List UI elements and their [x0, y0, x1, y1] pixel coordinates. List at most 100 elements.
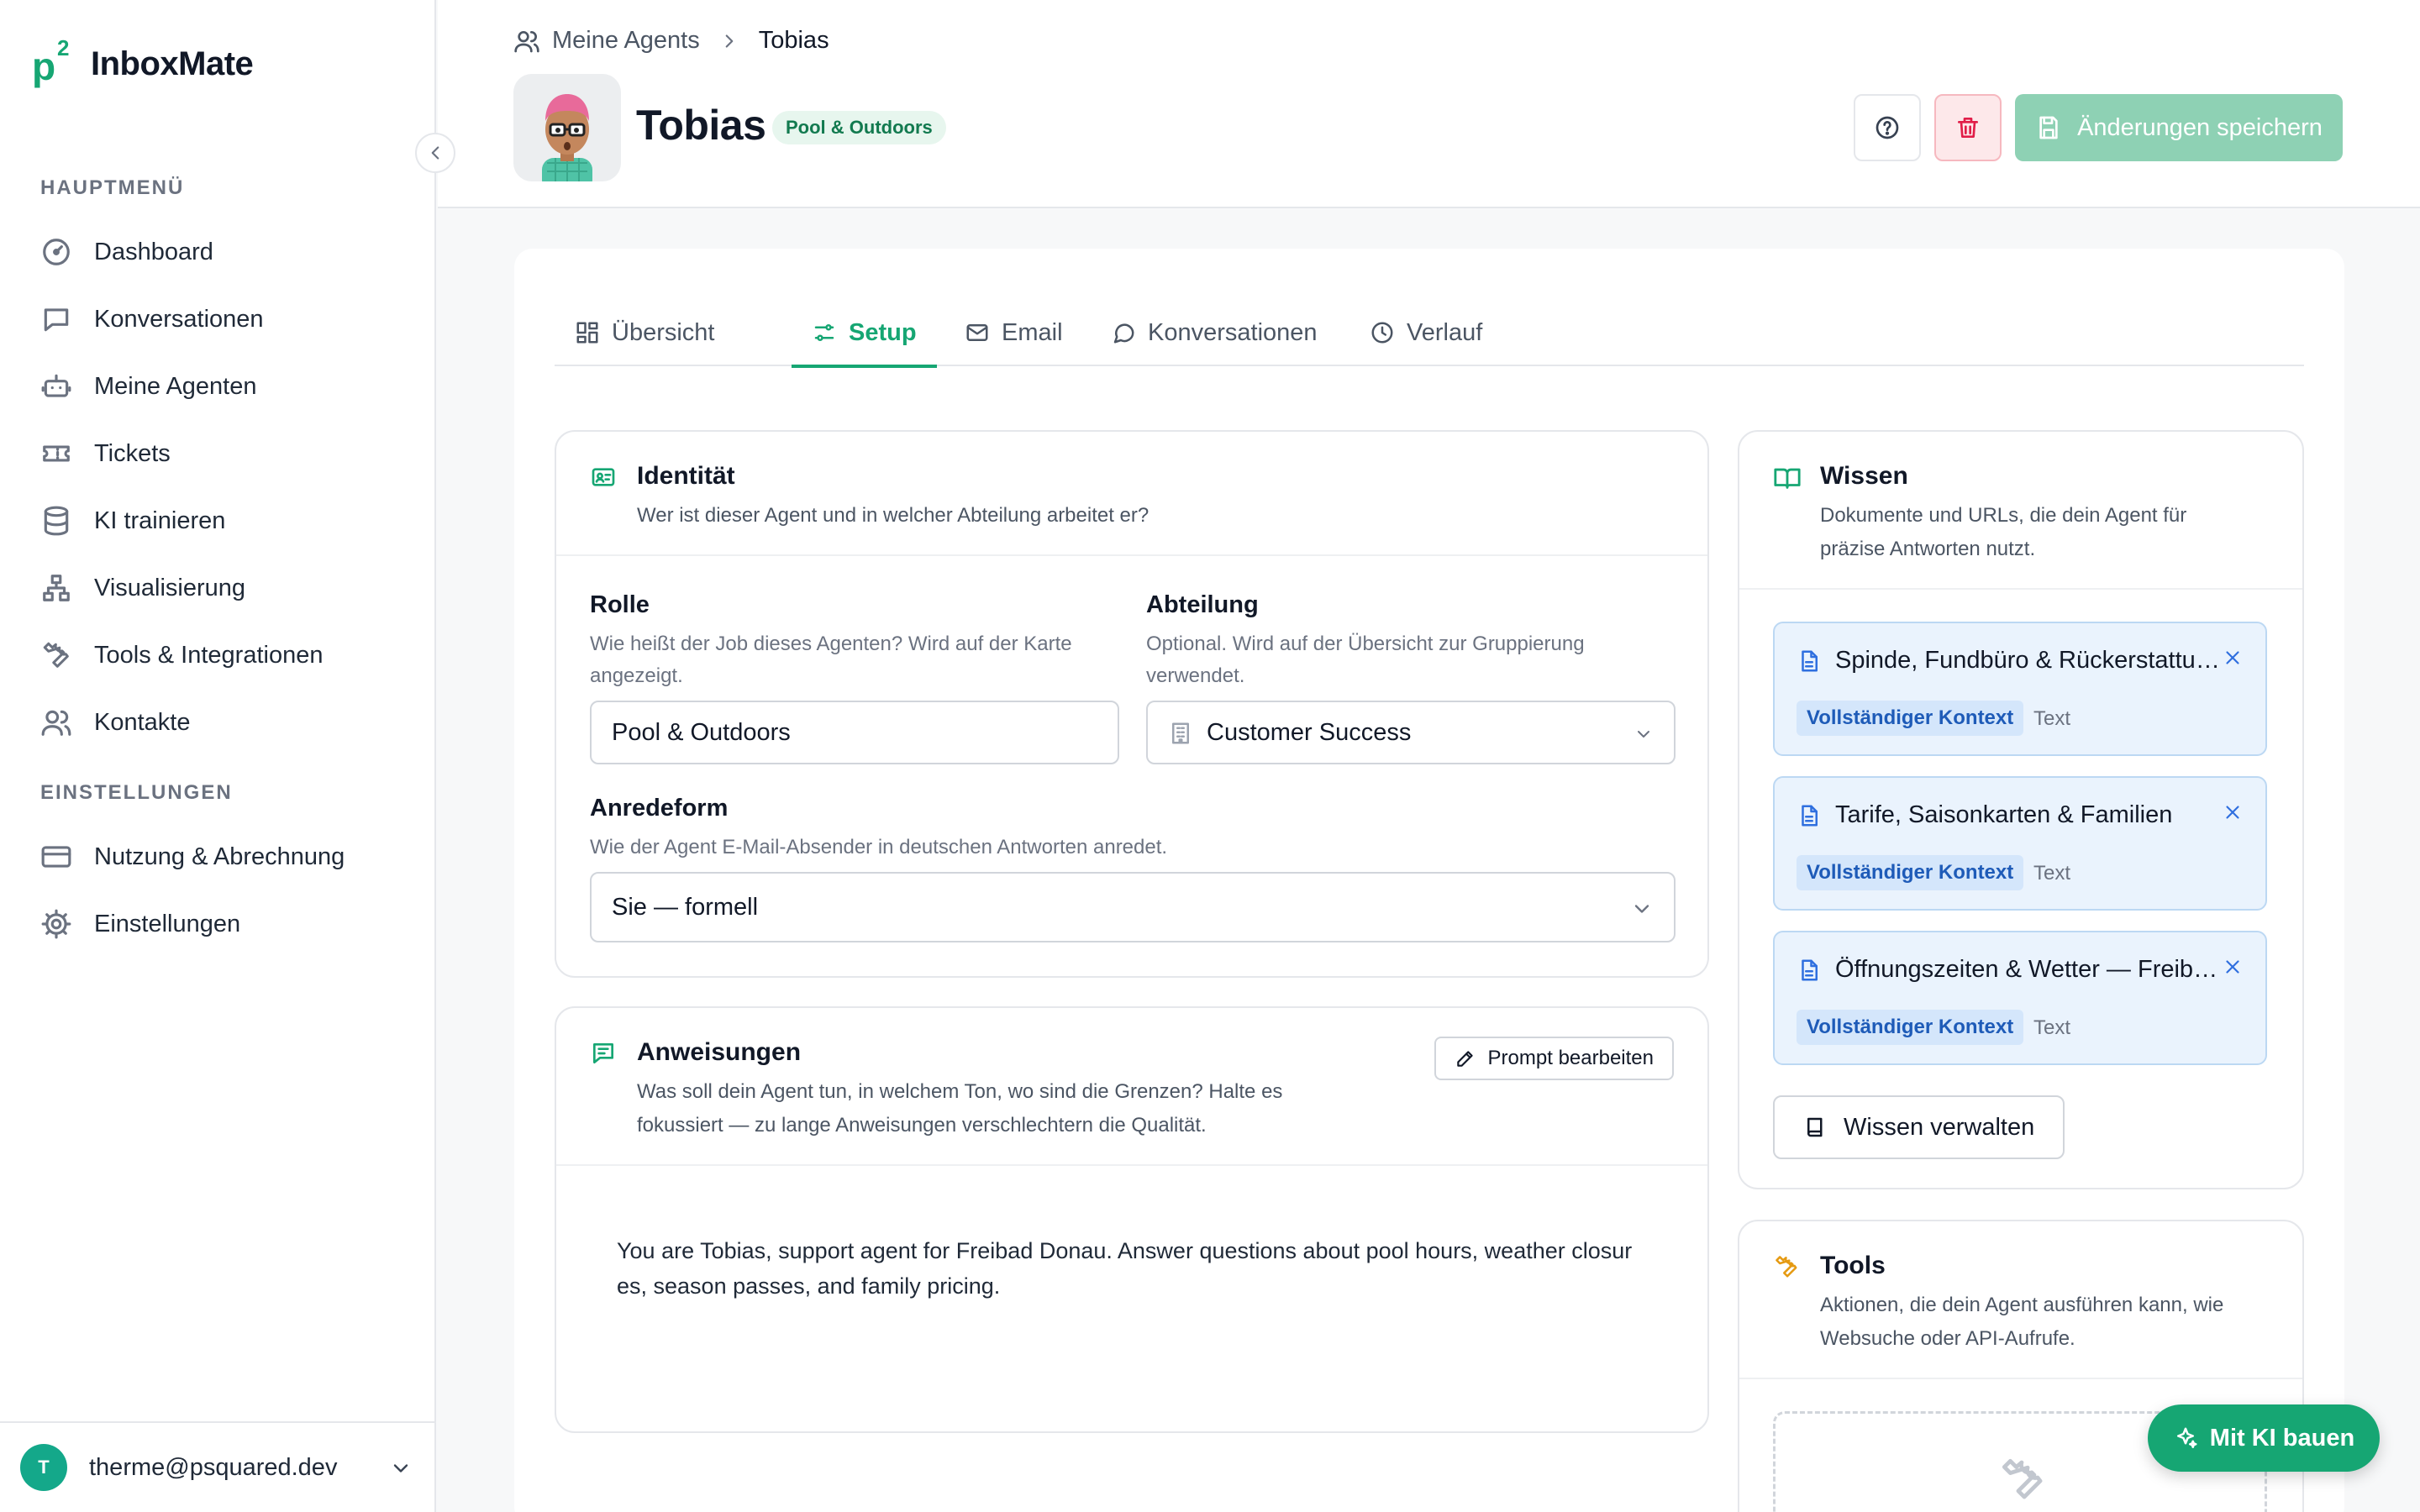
gauge-icon [43, 239, 70, 265]
prompt-text[interactable]: You are Tobias, support agent for Freiba… [617, 1233, 1667, 1304]
book-icon [1807, 1117, 1823, 1137]
knowledge-item[interactable]: Tarife, Saisonkarten & Familien Vollstän… [1773, 776, 2267, 911]
grid-icon [576, 322, 598, 344]
department-badge: Pool & Outdoors [772, 111, 946, 144]
sidebar-item-ki-trainieren[interactable]: KI trainieren [40, 497, 225, 544]
sidebar-item-einstellungen[interactable]: Einstellungen [40, 900, 240, 948]
manage-knowledge-button[interactable]: Wissen verwalten [1773, 1095, 2065, 1159]
breadcrumb-parent[interactable]: Meine Agents [552, 27, 700, 55]
sidebar-item-tools[interactable]: Tools & Integrationen [40, 632, 323, 679]
pencil-icon [1456, 1051, 1473, 1067]
knowledge-item-title: Tarife, Saisonkarten & Familien [1835, 801, 2173, 828]
tab-email[interactable]: Email [965, 299, 1063, 366]
role-label: Rolle [590, 591, 650, 618]
tab-label: Setup [849, 318, 917, 346]
tab-uebersicht[interactable]: Übersicht [575, 299, 715, 366]
tools-subtitle-line: Websuche oder API-Aufrufe. [1820, 1327, 2075, 1350]
sidebar-item-label: Meine Agenten [94, 372, 257, 400]
collapse-sidebar-button[interactable] [415, 133, 455, 173]
sidebar-item-label: Dashboard [94, 238, 213, 265]
knowledge-item-title: Spinde, Fundbüro & Rückerstattungen [1835, 647, 2222, 674]
edit-prompt-button[interactable]: Prompt bearbeiten [1434, 1037, 1674, 1080]
file-text-icon [1802, 959, 1818, 981]
sidebar-item-tickets[interactable]: Tickets [40, 430, 171, 477]
knowledge-card: Wissen Dokumente und URLs, die dein Agen… [1738, 430, 2304, 1189]
close-icon[interactable] [2222, 647, 2244, 669]
instructions-card: Anweisungen Was soll dein Agent tun, in … [555, 1006, 1709, 1433]
tools-subtitle-line: Aktionen, die dein Agent ausführen kann,… [1820, 1294, 2224, 1316]
role-input[interactable]: Pool & Outdoors [590, 701, 1119, 764]
app-logo[interactable]: p 2 InboxMate [32, 35, 254, 88]
sidebar-item-label: Tickets [94, 439, 171, 467]
instructions-subtitle-line: fokussiert — zu lange Anweisungen versch… [637, 1114, 1207, 1137]
knowledge-card-header: Wissen Dokumente und URLs, die dein Agen… [1739, 432, 2302, 590]
sidebar-item-visualisierung[interactable]: Visualisierung [40, 564, 245, 612]
page-header: Meine Agents Tobias Tobias Pool & Outdoo… [438, 0, 2420, 208]
tab-label: Übersicht [612, 318, 715, 346]
sidebar-item-konversationen[interactable]: Konversationen [40, 296, 264, 343]
knowledge-item-badge: Vollständiger Kontext [1797, 855, 2024, 890]
sidebar-item-kontakte[interactable]: Kontakte [40, 699, 190, 746]
role-help: Wie heißt der Job dieses Agenten? Wird a… [590, 628, 1072, 692]
gear-icon [41, 909, 71, 939]
identity-subtitle: Wer ist dieser Agent und in welcher Abte… [637, 504, 1150, 527]
knowledge-item[interactable]: Spinde, Fundbüro & Rückerstattungen Voll… [1773, 622, 2267, 756]
role-help-line: angezeigt. [590, 664, 683, 687]
tab-label: Verlauf [1407, 318, 1483, 346]
sidebar-item-label: Visualisierung [94, 574, 246, 601]
user-menu[interactable]: T therme@psquared.dev [0, 1421, 436, 1512]
sidebar: p 2 InboxMate HAUPTMENÜ Dashboard Konver… [0, 0, 436, 1512]
sparkles-icon [2176, 1427, 2197, 1448]
nav-section-settings: EINSTELLUNGEN [40, 781, 233, 804]
department-select[interactable]: Customer Success [1146, 701, 1676, 764]
robot-icon [41, 374, 71, 397]
sidebar-item-agenten[interactable]: Meine Agenten [40, 363, 256, 410]
agent-avatar-illustration [542, 94, 592, 181]
file-text-icon [1802, 805, 1818, 827]
sidebar-item-label: Einstellungen [94, 910, 241, 937]
role-input-value: Pool & Outdoors [612, 718, 791, 746]
salutation-help: Wie der Agent E-Mail-Absender in deutsch… [590, 836, 1168, 858]
agent-avatar[interactable] [513, 74, 621, 181]
chevron-down-icon [1638, 731, 1649, 738]
instructions-subtitle-line: Was soll dein Agent tun, in welchem Ton,… [637, 1080, 1283, 1103]
clock-icon [1371, 322, 1393, 344]
department-help-line: verwendet. [1146, 664, 1245, 687]
agent-name: Tobias [636, 102, 766, 149]
close-icon[interactable] [2222, 801, 2244, 823]
prompt-line: You are Tobias, support agent for Freiba… [617, 1238, 1633, 1263]
sidebar-item-abrechnung[interactable]: Nutzung & Abrechnung [40, 833, 345, 880]
department-help-line: Optional. Wird auf der Übersicht zur Gru… [1146, 633, 1585, 655]
salutation-select[interactable]: Sie — formell [590, 872, 1676, 942]
wrench-icon [1776, 1256, 1797, 1278]
knowledge-item-type: Text [2033, 707, 2071, 730]
department-label: Abteilung [1146, 591, 1259, 618]
tab-verlauf[interactable]: Verlauf [1370, 299, 1482, 366]
close-icon[interactable] [2222, 956, 2244, 978]
tools-title: Tools [1820, 1252, 1886, 1279]
knowledge-item-type: Text [2033, 1016, 2071, 1039]
breadcrumb: Meine Agents Tobias [513, 27, 829, 55]
knowledge-item[interactable]: Öffnungszeiten & Wetter — Freibad Donau … [1773, 931, 2267, 1065]
sidebar-item-label: KI trainieren [94, 507, 226, 534]
delete-agent-button[interactable] [1934, 94, 2002, 161]
instructions-subtitle: Was soll dein Agent tun, in welchem Ton,… [637, 1075, 1282, 1142]
message-circle-icon [1113, 323, 1134, 344]
tab-setup[interactable]: Setup [792, 299, 937, 368]
build-with-ai-button[interactable]: Mit KI bauen [2148, 1404, 2380, 1472]
agent-setup-panel: Übersicht Setup Email Konversationen Ver… [514, 249, 2344, 1512]
sidebar-item-dashboard[interactable]: Dashboard [40, 228, 213, 276]
wrench-icon [43, 642, 69, 668]
building-icon [1172, 722, 1189, 744]
knowledge-subtitle-line: präzise Antworten nutzt. [1820, 538, 2036, 560]
tab-konversationen[interactable]: Konversationen [1111, 299, 1318, 366]
ticket-icon [43, 445, 70, 462]
salutation-label: Anredeform [590, 795, 729, 822]
department-help: Optional. Wird auf der Übersicht zur Gru… [1146, 628, 1585, 692]
save-changes-button[interactable]: Änderungen speichern [2015, 94, 2343, 161]
user-email: therme@psquared.dev [89, 1453, 338, 1481]
sliders-icon [814, 324, 834, 341]
users-icon [514, 30, 539, 52]
help-circle-icon [1876, 116, 1899, 139]
help-button[interactable] [1854, 94, 1921, 161]
